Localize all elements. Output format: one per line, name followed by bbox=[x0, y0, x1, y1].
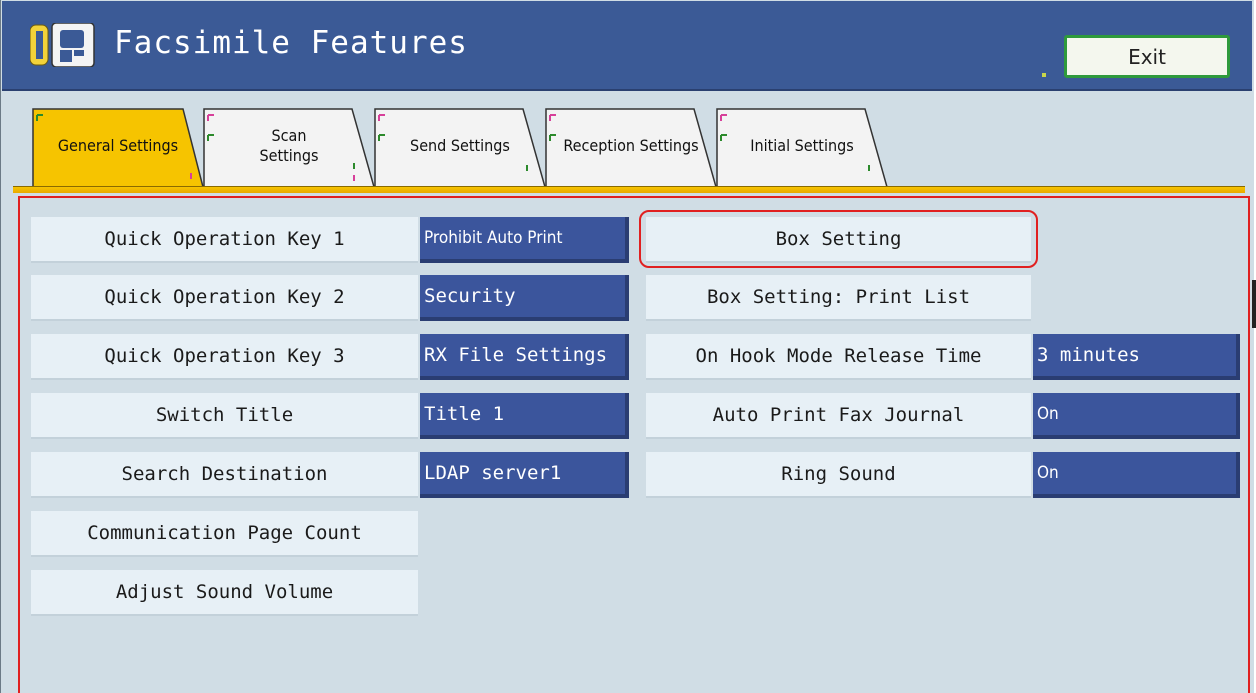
ring-sound-value[interactable]: On bbox=[1033, 452, 1240, 498]
active-tab-underline bbox=[13, 186, 1245, 193]
tab-bar: General Settings Scan Settings Send Sett… bbox=[2, 91, 1252, 191]
tab-send-settings[interactable]: Send Settings bbox=[373, 105, 547, 187]
fax-settings-screen: Facsimile Features Exit General Settings… bbox=[0, 0, 1256, 693]
adjust-sound-volume-button[interactable]: Adjust Sound Volume bbox=[31, 570, 418, 616]
tab-initial-settings[interactable]: Initial Settings bbox=[715, 105, 889, 187]
tab-label: Reception Settings bbox=[563, 136, 699, 155]
quick-operation-key-3-button[interactable]: Quick Operation Key 3 bbox=[31, 334, 418, 380]
title-bar: Facsimile Features Exit bbox=[2, 1, 1252, 91]
tab-label: Scan Settings bbox=[259, 126, 319, 165]
auto-print-fax-journal-value[interactable]: On bbox=[1033, 393, 1240, 439]
exit-button[interactable]: Exit bbox=[1064, 35, 1230, 78]
screen-edge-shadow bbox=[1252, 280, 1256, 328]
search-destination-button[interactable]: Search Destination bbox=[31, 452, 418, 498]
ring-sound-button[interactable]: Ring Sound bbox=[646, 452, 1031, 498]
switch-title-value[interactable]: Title 1 bbox=[420, 393, 629, 439]
tab-general-settings[interactable]: General Settings bbox=[31, 105, 205, 187]
tab-label: General Settings bbox=[57, 136, 179, 155]
quick-operation-key-2-value[interactable]: Security bbox=[420, 275, 629, 321]
switch-title-button[interactable]: Switch Title bbox=[31, 393, 418, 439]
on-hook-mode-release-time-value[interactable]: 3 minutes bbox=[1033, 334, 1240, 380]
page-title: Facsimile Features bbox=[114, 25, 468, 61]
settings-panel bbox=[18, 196, 1250, 693]
facsimile-icon bbox=[29, 22, 96, 68]
corner-mark bbox=[1042, 73, 1046, 77]
box-setting-button[interactable]: Box Setting bbox=[646, 217, 1031, 263]
on-hook-mode-release-time-button[interactable]: On Hook Mode Release Time bbox=[646, 334, 1031, 380]
quick-operation-key-1-value[interactable]: Prohibit Auto Print bbox=[420, 217, 629, 263]
box-setting-print-list-button[interactable]: Box Setting: Print List bbox=[646, 275, 1031, 321]
auto-print-fax-journal-button[interactable]: Auto Print Fax Journal bbox=[646, 393, 1031, 439]
quick-operation-key-2-button[interactable]: Quick Operation Key 2 bbox=[31, 275, 418, 321]
tab-label: Send Settings bbox=[410, 136, 510, 155]
tab-scan-settings[interactable]: Scan Settings bbox=[202, 105, 376, 187]
quick-operation-key-1-button[interactable]: Quick Operation Key 1 bbox=[31, 217, 418, 263]
communication-page-count-button[interactable]: Communication Page Count bbox=[31, 511, 418, 557]
quick-operation-key-3-value[interactable]: RX File Settings bbox=[420, 334, 629, 380]
search-destination-value[interactable]: LDAP server1 bbox=[420, 452, 629, 498]
tab-reception-settings[interactable]: Reception Settings bbox=[544, 105, 718, 187]
tab-label: Initial Settings bbox=[750, 136, 854, 155]
